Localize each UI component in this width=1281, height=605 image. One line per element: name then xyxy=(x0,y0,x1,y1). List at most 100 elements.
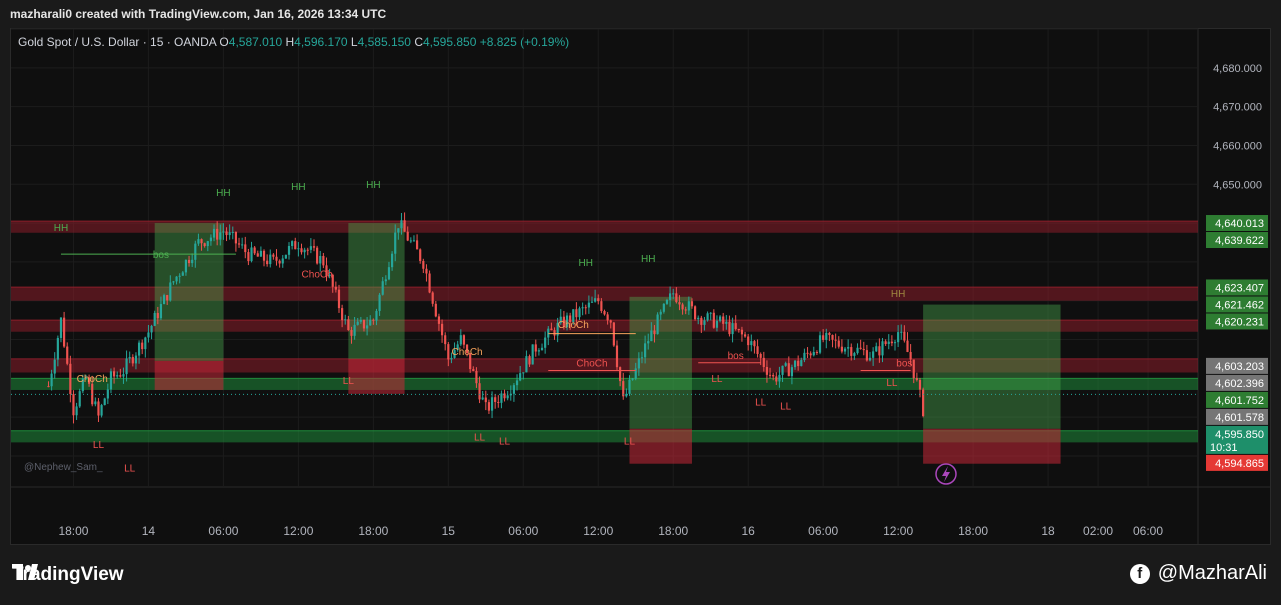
candle-body xyxy=(322,255,325,266)
price-chart[interactable]: HH HH HH HH HH HH HH LL LL LL LL LL LL LL LL LL LL bos bos… xyxy=(0,0,1281,545)
candle-body xyxy=(890,341,893,344)
candle-body xyxy=(403,220,406,232)
candle-body xyxy=(306,249,309,251)
candle-body xyxy=(94,401,97,405)
candle-body xyxy=(291,241,294,247)
candle-body xyxy=(828,332,831,335)
facebook-icon: f xyxy=(1129,563,1150,584)
high-label: H xyxy=(285,35,295,49)
candle-body xyxy=(150,325,153,333)
time-tick-label: 06:00 xyxy=(208,524,238,538)
structure-label: LL xyxy=(624,436,636,447)
candle-body xyxy=(687,301,690,311)
candle-body xyxy=(103,398,106,406)
structure-label: LL xyxy=(93,440,105,451)
candle-body xyxy=(837,340,840,347)
candle-body xyxy=(272,254,275,257)
candle-body xyxy=(197,239,200,244)
candle-body xyxy=(715,320,719,328)
position-stop-box xyxy=(923,428,1061,464)
price-label-text: 4,594.865 xyxy=(1215,458,1264,470)
candle-body xyxy=(459,335,462,345)
author-handle: @MazharAli xyxy=(1157,562,1267,584)
candle-body xyxy=(881,341,884,356)
candle-body xyxy=(440,323,444,336)
candle-body xyxy=(178,275,181,277)
tradingview-logo[interactable]: TradingView xyxy=(12,564,124,586)
candle-body xyxy=(728,321,731,335)
candle-body xyxy=(390,253,394,268)
candle-body xyxy=(347,319,350,331)
candle-body xyxy=(672,293,675,295)
structure-label: bos xyxy=(728,351,744,362)
structure-label: ChoCh xyxy=(576,359,607,370)
candle-body xyxy=(303,249,306,253)
candle-body xyxy=(847,347,850,349)
candle-body xyxy=(256,253,259,257)
candle-body xyxy=(700,317,703,325)
candle-body xyxy=(634,368,637,379)
ohlc-legend: Gold Spot / U.S. Dollar · 15 · OANDA O4,… xyxy=(18,35,569,49)
candle-body xyxy=(831,334,834,340)
candle-body xyxy=(112,371,116,377)
position-target-box xyxy=(923,304,1061,429)
candle-body xyxy=(297,248,300,250)
price-tick-label: 4,670.000 xyxy=(1213,102,1262,114)
candle-body xyxy=(594,298,597,302)
candle-body xyxy=(216,228,219,240)
candle-body xyxy=(247,252,250,262)
candle-body xyxy=(309,246,312,250)
candle-body xyxy=(169,282,172,301)
candle-body xyxy=(856,347,859,354)
structure-label: HH xyxy=(579,258,593,269)
candle-body xyxy=(212,228,216,238)
candle-body xyxy=(900,331,903,333)
candle-body xyxy=(409,240,412,242)
candle-body xyxy=(375,310,378,321)
time-tick-label: 18:00 xyxy=(58,524,88,538)
position-stop-box xyxy=(348,358,405,394)
structure-label: LL xyxy=(886,378,898,389)
structure-label: HH xyxy=(641,254,655,265)
candle-body xyxy=(843,348,847,352)
price-tick-label: 4,650.000 xyxy=(1213,179,1262,191)
candle-body xyxy=(531,344,534,365)
candle-body xyxy=(522,372,525,374)
candle-body xyxy=(603,311,606,315)
candle-body xyxy=(253,247,256,254)
structure-label: ChoCh xyxy=(77,374,108,385)
candle-body xyxy=(181,272,184,276)
candle-body xyxy=(153,312,156,326)
candle-body xyxy=(147,332,150,338)
structure-label: LL xyxy=(711,374,723,385)
structure-label: LL xyxy=(343,376,355,387)
candle-body xyxy=(372,319,375,321)
candle-body xyxy=(281,258,284,264)
candle-body xyxy=(806,352,809,354)
candle-body xyxy=(709,312,712,314)
candle-body xyxy=(259,250,262,257)
candle-body xyxy=(203,243,206,247)
candle-body xyxy=(481,397,484,400)
candle-body xyxy=(337,289,341,309)
candle-body xyxy=(853,353,856,356)
candle-body xyxy=(119,375,122,377)
candle-body xyxy=(525,356,528,373)
candle-body xyxy=(341,308,344,321)
structure-label: LL xyxy=(755,397,767,408)
time-tick-label: 18:00 xyxy=(658,524,688,538)
candle-body xyxy=(897,332,900,343)
candle-body xyxy=(222,231,225,233)
candle-body xyxy=(587,302,590,308)
candle-body xyxy=(581,307,584,309)
candle-body xyxy=(893,342,897,344)
candle-body xyxy=(72,394,75,416)
candle-body xyxy=(334,286,337,290)
structure-label: HH xyxy=(291,182,305,193)
candle-body xyxy=(506,395,509,399)
candle-body xyxy=(312,246,316,248)
time-tick-label: 18:00 xyxy=(358,524,388,538)
candle-body xyxy=(241,244,244,246)
candle-body xyxy=(275,256,278,261)
candle-body xyxy=(194,243,197,260)
